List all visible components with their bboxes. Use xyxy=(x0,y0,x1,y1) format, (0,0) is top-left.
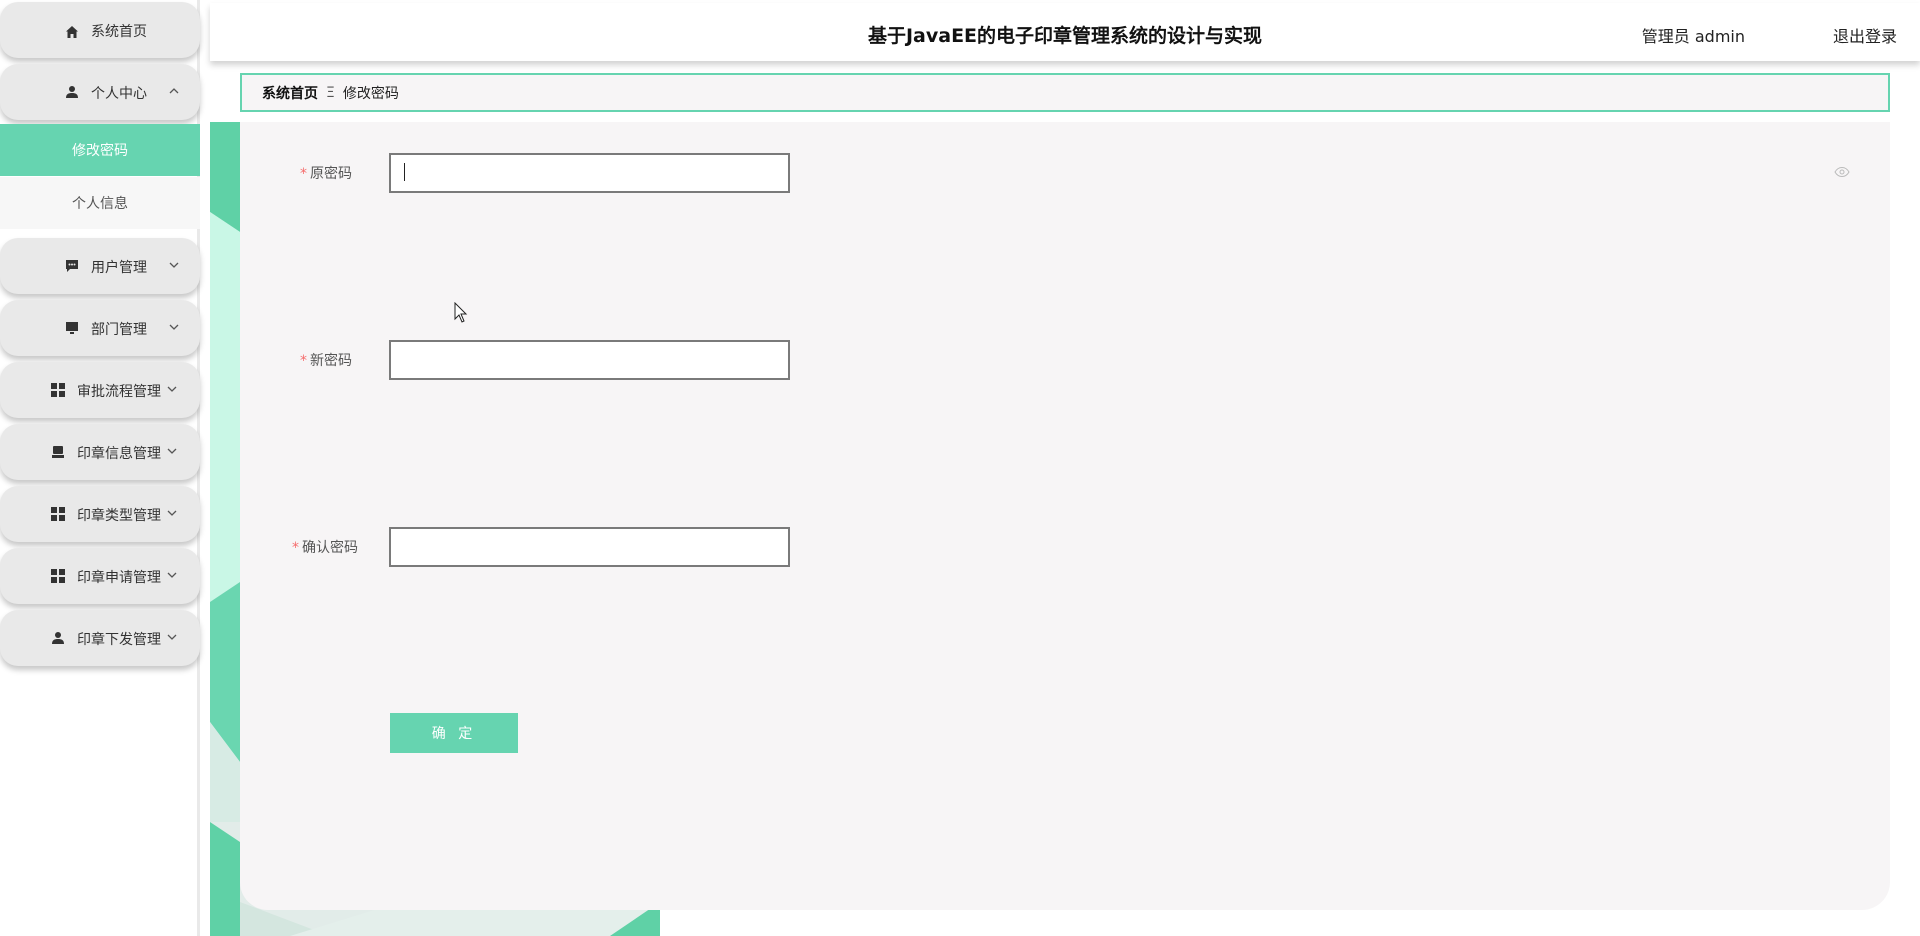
breadcrumb-home-link[interactable]: 系统首页 xyxy=(262,83,318,103)
stamp-icon xyxy=(50,444,66,460)
chat-icon xyxy=(64,258,80,274)
chevron-down-icon xyxy=(168,321,180,333)
admin-user-label: 管理员 admin xyxy=(1641,27,1745,46)
home-icon xyxy=(64,24,80,40)
sidebar: 系统首页 个人中心 修改密码 个人信息 用户管理 部门管理 审批流程管理 印章信… xyxy=(0,0,200,936)
breadcrumb-current: 修改密码 xyxy=(342,85,399,102)
chevron-down-icon xyxy=(166,383,178,395)
chevron-up-icon xyxy=(168,85,180,97)
sidebar-item-personal-center[interactable]: 个人中心 xyxy=(0,64,200,120)
breadcrumb: 系统首页 Ξ 修改密码 xyxy=(240,73,1890,112)
sidebar-item-label: 印章申请管理 xyxy=(77,570,161,586)
sidebar-item-label: 印章信息管理 xyxy=(77,446,161,462)
sidebar-item-label: 系统首页 xyxy=(91,24,147,40)
text-caret xyxy=(404,163,405,181)
sidebar-item-label: 审批流程管理 xyxy=(77,384,161,400)
old-password-label-text: 原密码 xyxy=(310,166,352,182)
new-password-label: * 新密码 xyxy=(242,350,352,370)
confirm-password-input[interactable] xyxy=(389,527,790,567)
confirm-password-label: * 确认密码 xyxy=(248,537,358,557)
grid-icon xyxy=(50,382,66,398)
sidebar-item-label: 印章类型管理 xyxy=(77,508,161,524)
confirm-password-label-text: 确认密码 xyxy=(302,540,358,556)
chevron-down-icon xyxy=(166,569,178,581)
user-icon xyxy=(64,84,80,100)
confirm-button[interactable]: 确 定 xyxy=(390,713,518,753)
required-mark: * xyxy=(300,166,307,182)
breadcrumb-separator-icon: Ξ xyxy=(326,84,335,101)
sidebar-item-label: 个人中心 xyxy=(91,86,147,102)
sidebar-item-seal-type-management[interactable]: 印章类型管理 xyxy=(0,486,200,542)
sidebar-subitem-label: 个人信息 xyxy=(72,196,128,212)
sidebar-item-seal-issue-management[interactable]: 印章下发管理 xyxy=(0,610,200,666)
sidebar-subitem-change-password[interactable]: 修改密码 xyxy=(0,124,200,176)
monitor-icon xyxy=(64,320,80,336)
chevron-down-icon xyxy=(166,445,178,457)
sidebar-item-seal-application-management[interactable]: 印章申请管理 xyxy=(0,548,200,604)
sidebar-item-label: 印章下发管理 xyxy=(77,632,161,648)
eye-icon[interactable] xyxy=(1834,164,1850,180)
logout-link[interactable]: 退出登录 xyxy=(1833,23,1897,47)
sidebar-item-seal-info-management[interactable]: 印章信息管理 xyxy=(0,424,200,480)
old-password-input[interactable] xyxy=(389,153,790,193)
sidebar-item-home[interactable]: 系统首页 xyxy=(0,2,200,58)
new-password-input[interactable] xyxy=(389,340,790,380)
sidebar-item-department-management[interactable]: 部门管理 xyxy=(0,300,200,356)
old-password-label: * 原密码 xyxy=(242,163,352,183)
sidebar-item-user-management[interactable]: 用户管理 xyxy=(0,238,200,294)
person-icon xyxy=(50,630,66,646)
top-header: 基于JavaEE的电子印章管理系统的设计与实现 管理员 admin 退出登录 xyxy=(210,3,1920,61)
required-mark: * xyxy=(292,540,299,556)
change-password-panel xyxy=(240,122,1890,910)
sidebar-item-label: 部门管理 xyxy=(91,322,147,338)
chevron-down-icon xyxy=(166,631,178,643)
new-password-label-text: 新密码 xyxy=(310,353,352,369)
chevron-down-icon xyxy=(166,507,178,519)
chevron-down-icon xyxy=(168,259,180,271)
grid-icon xyxy=(50,568,66,584)
sidebar-subitem-personal-info[interactable]: 个人信息 xyxy=(0,177,200,229)
mouse-pointer-icon xyxy=(454,301,468,324)
sidebar-item-label: 用户管理 xyxy=(91,260,147,276)
sidebar-item-approval-flow-management[interactable]: 审批流程管理 xyxy=(0,362,200,418)
grid-icon xyxy=(50,506,66,522)
required-mark: * xyxy=(300,353,307,369)
sidebar-subitem-label: 修改密码 xyxy=(72,143,128,159)
